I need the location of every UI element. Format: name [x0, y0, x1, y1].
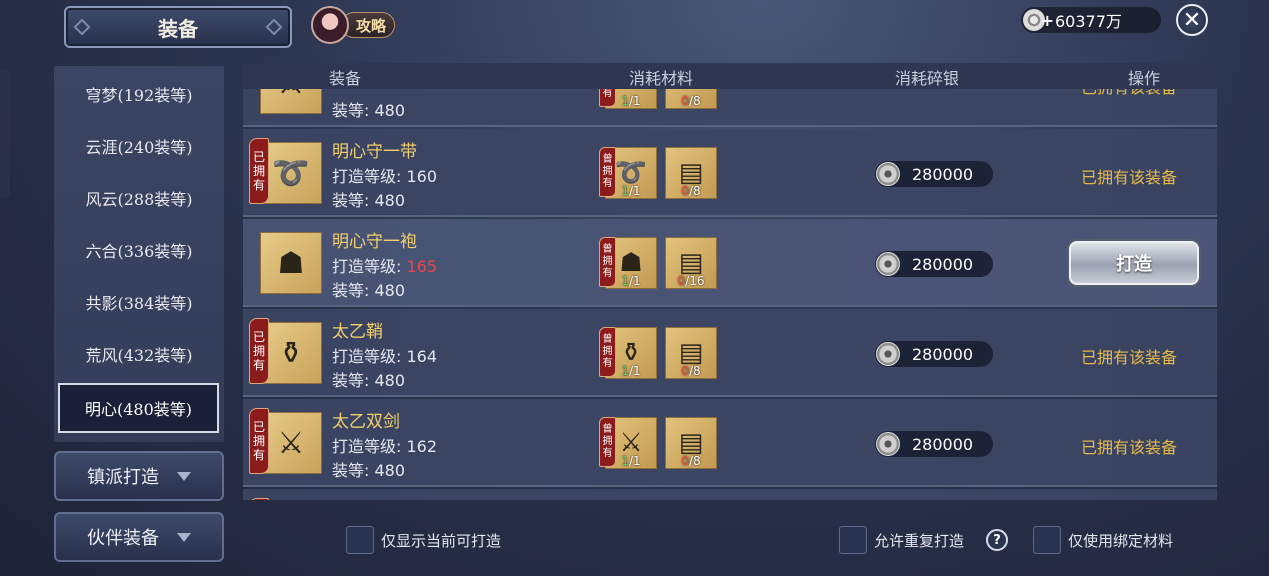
table-row[interactable]: 已拥有 ⚱ 太乙鞘 打造等级: 164 装等: 480 曾拥有 ⚱ 1/1 ▤ 0/… — [243, 309, 1217, 397]
previously-owned-tag: 曾拥有 — [599, 89, 616, 107]
table-header: 装备 消耗材料 消耗碎银 操作 — [243, 63, 1217, 89]
forge-button[interactable]: 打造 — [1069, 241, 1199, 285]
ornament-icon — [73, 18, 91, 36]
equipment-grade: 装等: 480 — [332, 281, 406, 300]
equipment-grade: 装等: 480 — [332, 461, 406, 480]
silver-coin-icon: + — [1023, 9, 1054, 31]
guide-avatar-icon — [311, 6, 349, 44]
belt-icon[interactable]: ➰ — [260, 142, 322, 204]
table-row[interactable]: ⚔ 装等: 480 曾拥有 1/1 0/8 已拥有该装备 — [243, 89, 1217, 127]
robe-icon[interactable]: ☗ — [260, 232, 322, 294]
tier-item-fengyun[interactable]: 风云(288装等) — [54, 178, 224, 218]
owned-status: 已拥有该装备 — [1081, 89, 1177, 98]
equipment-name: 太乙鞘 — [332, 322, 383, 342]
equipment-grade: 装等: 480 — [332, 101, 406, 120]
tier-item-liuhe[interactable]: 六合(336装等) — [54, 230, 224, 270]
owned-status: 已拥有该装备 — [1081, 438, 1178, 457]
twin-swords-icon[interactable]: ⚔ — [260, 412, 322, 474]
close-icon: ✕ — [1182, 7, 1202, 33]
sect-forge-dropdown[interactable]: 镇派打造 — [54, 451, 224, 501]
page-title-tab: 装备 — [64, 6, 292, 48]
silver-coin-icon — [876, 162, 900, 186]
silver-cost: 280000 — [875, 161, 993, 187]
partner-equipment-dropdown[interactable]: 伙伴装备 — [54, 512, 224, 562]
previously-owned-tag: 曾拥有 — [599, 417, 616, 467]
equipment-forge-level: 打造等级: 164 — [332, 347, 438, 366]
previously-owned-tag: 曾拥有 — [599, 327, 616, 377]
bound-only-checkbox[interactable] — [1033, 526, 1061, 554]
previously-owned-tag: 曾拥有 — [599, 237, 616, 287]
owned-tag — [249, 498, 269, 500]
guide-label: 攻略 — [341, 12, 396, 38]
equipment-name: 明心守一袍 — [332, 232, 417, 252]
material-slot[interactable]: 0/8 — [665, 89, 717, 109]
previously-owned-tag: 曾拥有 — [599, 147, 616, 197]
silver-coin-icon — [876, 342, 900, 366]
equipment-name: 太乙双剑 — [332, 412, 400, 432]
silver-cost: 280000 — [875, 431, 993, 457]
only-craftable-label: 仅显示当前可打造 — [381, 532, 502, 550]
owned-tag: 已拥有 — [249, 408, 269, 474]
ornament-icon — [265, 18, 283, 36]
equipment-grade: 装等: 480 — [332, 191, 406, 210]
plus-icon: + — [1040, 11, 1054, 30]
equipment-forge-level: 打造等级: 162 — [332, 437, 438, 456]
allow-repeat-checkbox[interactable] — [839, 526, 867, 554]
close-button[interactable]: ✕ — [1176, 4, 1208, 36]
tier-menu: 穹梦(192装等) 云涯(240装等) 风云(288装等) 六合(336装等) … — [54, 66, 224, 442]
table-row[interactable]: 已拥有 ⚔ 太乙双剑 打造等级: 162 装等: 480 曾拥有 ⚔ 1/1 ▤ 0… — [243, 399, 1217, 487]
header-action: 操作 — [1128, 69, 1161, 88]
equipment-list[interactable]: ⚔ 装等: 480 曾拥有 1/1 0/8 已拥有该装备 已拥有 ➰ 明心守一带… — [243, 89, 1217, 500]
table-row[interactable] — [243, 489, 1217, 500]
table-row[interactable]: ☗ 明心守一袍 打造等级: 165 装等: 480 曾拥有 ☗ 1/1 ▤ 0/16… — [243, 219, 1217, 307]
guide-button[interactable]: 攻略 — [311, 6, 399, 44]
header-equipment: 装备 — [329, 69, 362, 88]
owned-tag: 已拥有 — [249, 138, 269, 204]
help-icon[interactable]: ? — [986, 529, 1008, 551]
material-slot[interactable]: ▤ 0/8 — [665, 147, 717, 199]
silver-cost: 280000 — [875, 341, 993, 367]
material-slot[interactable]: ▤ 0/16 — [665, 237, 717, 289]
dropdown-arrow-icon — [177, 471, 191, 481]
left-edge-handle — [0, 70, 10, 198]
table-row[interactable]: 已拥有 ➰ 明心守一带 打造等级: 160 装等: 480 曾拥有 ➰ 1/1 ▤… — [243, 129, 1217, 217]
silver-cost: 280000 — [875, 251, 993, 277]
currency-value: 60377万 — [1055, 12, 1122, 31]
equipment-icon: ⚔ — [260, 89, 322, 114]
equipment-forge-level: 打造等级: 165 — [332, 257, 438, 276]
header-materials: 消耗材料 — [629, 69, 694, 88]
equipment-grade: 装等: 480 — [332, 371, 406, 390]
page-title: 装备 — [158, 16, 198, 41]
material-slot[interactable]: ▤ 0/8 — [665, 327, 717, 379]
owned-tag: 已拥有 — [249, 318, 269, 384]
tier-item-gongying[interactable]: 共影(384装等) — [54, 282, 224, 322]
currency-display[interactable]: + 60377万 — [1021, 7, 1161, 33]
owned-status: 已拥有该装备 — [1081, 168, 1178, 187]
equipment-name: 明心守一带 — [332, 142, 417, 162]
allow-repeat-label: 允许重复打造 — [874, 532, 965, 550]
owned-status: 已拥有该装备 — [1081, 348, 1178, 367]
material-slot[interactable]: ▤ 0/8 — [665, 417, 717, 469]
bound-only-label: 仅使用绑定材料 — [1068, 532, 1174, 550]
header-cost: 消耗碎银 — [895, 69, 960, 88]
only-craftable-checkbox[interactable] — [346, 526, 374, 554]
dropdown-arrow-icon — [177, 532, 191, 542]
tier-item-huangfeng[interactable]: 荒风(432装等) — [54, 334, 224, 374]
tier-item-yunya[interactable]: 云涯(240装等) — [54, 126, 224, 166]
silver-coin-icon — [876, 252, 900, 276]
tier-item-qiongmeng[interactable]: 穹梦(192装等) — [54, 74, 224, 114]
equipment-forge-level: 打造等级: 160 — [332, 167, 438, 186]
scabbard-icon[interactable]: ⚱ — [260, 322, 322, 384]
silver-coin-icon — [876, 432, 900, 456]
tier-item-mingxin[interactable]: 明心(480装等) — [58, 383, 219, 433]
